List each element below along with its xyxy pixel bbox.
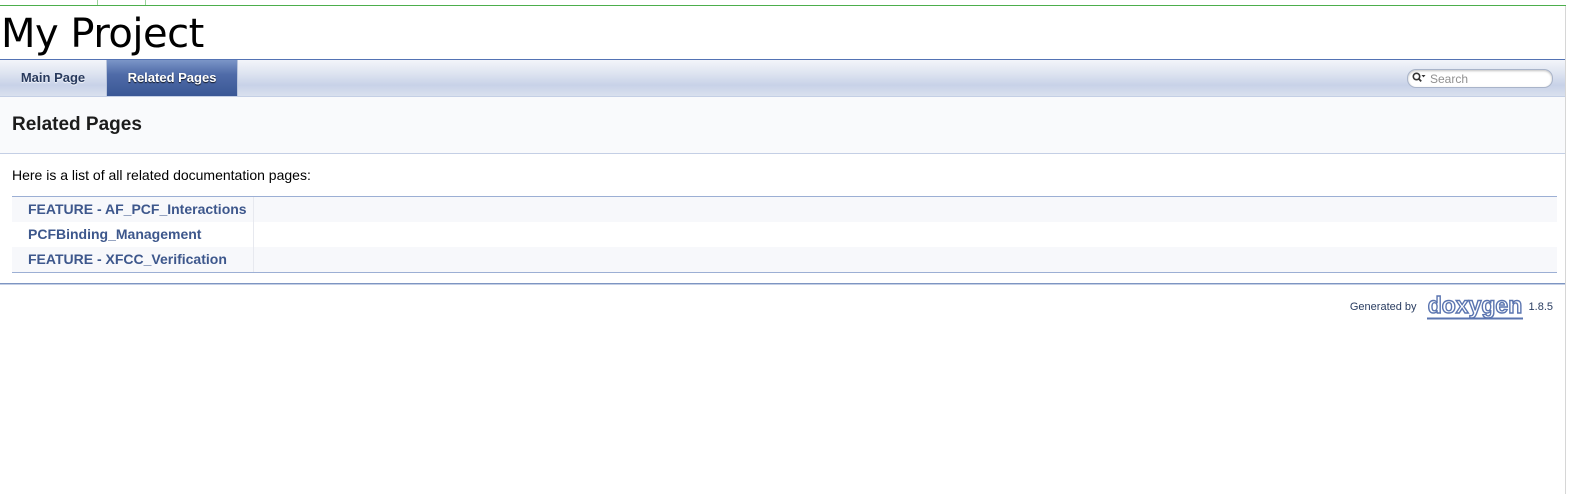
page-title: Related Pages (12, 114, 142, 135)
intro-text: Here is a list of all related documentat… (12, 167, 311, 183)
project-name: My Project (1, 11, 204, 57)
page-link-af-pcf-interactions[interactable]: FEATURE - AF_PCF_Interactions (28, 197, 247, 222)
page-link-pcfbinding-management[interactable]: PCFBinding_Management (28, 222, 201, 247)
table-row: FEATURE - XFCC_Verification (12, 247, 1557, 272)
footer: Generated by doxygen 1.8.5 (1350, 294, 1553, 320)
column-divider (253, 222, 254, 247)
doxygen-logo[interactable]: doxygen (1425, 294, 1525, 320)
tab-related-pages[interactable]: Related Pages (107, 60, 238, 96)
page-header: Related Pages (0, 97, 1565, 154)
page-right-edge (1565, 6, 1566, 494)
navigation-bar: Main Page Related Pages (0, 60, 1565, 97)
doxygen-logo-text: doxygen (1427, 294, 1522, 318)
top-border-tick (97, 0, 98, 5)
column-divider (253, 197, 254, 222)
search-box[interactable] (1407, 69, 1553, 88)
doxygen-version: 1.8.5 (1528, 301, 1553, 313)
tab-main-page[interactable]: Main Page (0, 60, 107, 96)
page-link-xfcc-verification[interactable]: FEATURE - XFCC_Verification (28, 247, 227, 272)
magnifier-dropdown-icon[interactable] (1412, 72, 1426, 84)
footer-divider (0, 283, 1565, 284)
top-border-tick (145, 0, 146, 5)
related-pages-table: FEATURE - AF_PCF_Interactions PCFBinding… (12, 196, 1557, 273)
search-input[interactable] (1430, 71, 1546, 86)
title-area: My Project (0, 6, 1565, 60)
column-divider (253, 247, 254, 272)
table-row: PCFBinding_Management (12, 222, 1557, 247)
generated-by-label: Generated by (1349, 301, 1417, 313)
table-row: FEATURE - AF_PCF_Interactions (12, 197, 1557, 222)
